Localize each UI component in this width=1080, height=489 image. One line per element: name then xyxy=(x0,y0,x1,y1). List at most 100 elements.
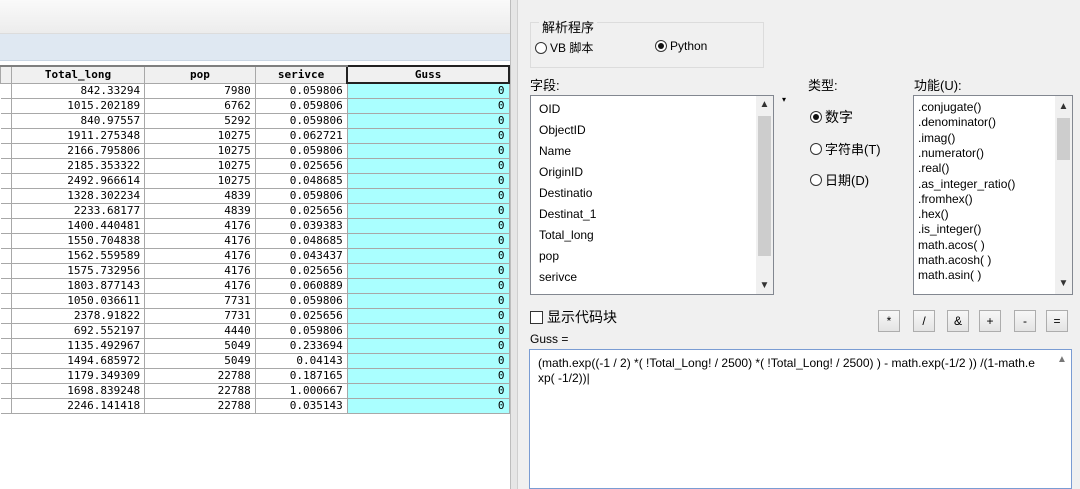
cell-total-long[interactable]: 1562.559589 xyxy=(10,248,146,264)
cell-guss[interactable]: 0 xyxy=(346,128,510,144)
cell-guss[interactable]: 0 xyxy=(346,248,510,264)
row-header-stub[interactable] xyxy=(0,128,12,144)
cell-total-long[interactable]: 1803.877143 xyxy=(10,278,146,294)
cell-guss[interactable]: 0 xyxy=(346,263,510,279)
cell-total-long[interactable]: 842.33294 xyxy=(10,82,146,99)
cell-pop[interactable]: 7980 xyxy=(144,82,256,99)
operator-minus-button[interactable]: - xyxy=(1014,310,1036,332)
function-list-item[interactable]: .numerator() xyxy=(918,146,984,160)
cell-serivce[interactable]: 0.048685 xyxy=(254,173,348,189)
scroll-down-icon[interactable]: ▼ xyxy=(1055,275,1072,292)
function-list-item[interactable]: .is_integer() xyxy=(918,222,981,236)
scroll-up-icon[interactable]: ▲ xyxy=(1057,354,1067,365)
table-row[interactable]: 692.552197 4440 0.059806 0 xyxy=(0,323,510,339)
cell-serivce[interactable]: 0.025656 xyxy=(254,263,348,279)
row-header-stub[interactable] xyxy=(0,323,12,339)
table-row[interactable]: 2185.353322 10275 0.025656 0 xyxy=(0,158,510,174)
cell-pop[interactable]: 22788 xyxy=(144,368,256,384)
pane-splitter[interactable] xyxy=(510,0,518,489)
cell-guss[interactable]: 0 xyxy=(346,188,510,204)
cell-guss[interactable]: 0 xyxy=(346,368,510,384)
row-header-stub[interactable] xyxy=(0,203,12,219)
function-list-item[interactable]: .denominator() xyxy=(918,115,996,129)
cell-guss[interactable]: 0 xyxy=(346,278,510,294)
row-header-stub[interactable] xyxy=(0,173,12,189)
functions-scrollbar[interactable]: ▲ ▼ xyxy=(1055,96,1072,294)
row-header-stub[interactable] xyxy=(0,218,12,234)
cell-pop[interactable]: 4176 xyxy=(144,233,256,249)
operator-equals-button[interactable]: = xyxy=(1046,310,1068,332)
cell-pop[interactable]: 22788 xyxy=(144,383,256,399)
cell-serivce[interactable]: 0.062721 xyxy=(254,128,348,144)
cell-pop[interactable]: 4176 xyxy=(144,218,256,234)
row-header-stub[interactable] xyxy=(0,143,12,159)
cell-total-long[interactable]: 2233.68177 xyxy=(10,203,146,219)
table-row[interactable]: 840.97557 5292 0.059806 0 xyxy=(0,113,510,129)
cell-serivce[interactable]: 0.048685 xyxy=(254,233,348,249)
cell-guss[interactable]: 0 xyxy=(346,143,510,159)
table-row[interactable]: 842.33294 7980 0.059806 0 xyxy=(0,82,510,99)
function-list-item[interactable]: .as_integer_ratio() xyxy=(918,177,1015,191)
cell-total-long[interactable]: 1328.302234 xyxy=(10,188,146,204)
function-list-item[interactable]: math.acosh( ) xyxy=(918,253,991,267)
cell-total-long[interactable]: 2246.141418 xyxy=(10,398,146,414)
cell-total-long[interactable]: 1550.704838 xyxy=(10,233,146,249)
cell-pop[interactable]: 5049 xyxy=(144,353,256,369)
table-row[interactable]: 1562.559589 4176 0.043437 0 xyxy=(0,248,510,264)
table-row[interactable]: 2246.141418 22788 0.035143 0 xyxy=(0,398,510,414)
cell-guss[interactable]: 0 xyxy=(346,338,510,354)
cell-pop[interactable]: 10275 xyxy=(144,143,256,159)
row-header-stub[interactable] xyxy=(0,398,12,414)
row-header-stub[interactable] xyxy=(0,188,12,204)
field-list-item[interactable]: ObjectID xyxy=(539,123,586,137)
functions-listbox[interactable]: .conjugate() .denominator() .imag() .numera… xyxy=(913,95,1073,295)
cell-pop[interactable]: 5292 xyxy=(144,113,256,129)
row-header-stub[interactable] xyxy=(0,233,12,249)
table-row[interactable]: 2378.91822 7731 0.025656 0 xyxy=(0,308,510,324)
cell-pop[interactable]: 4839 xyxy=(144,203,256,219)
cell-pop[interactable]: 10275 xyxy=(144,128,256,144)
cell-serivce[interactable]: 0.059806 xyxy=(254,293,348,309)
cell-pop[interactable]: 4176 xyxy=(144,263,256,279)
cell-total-long[interactable]: 1575.732956 xyxy=(10,263,146,279)
scrollbar-thumb[interactable] xyxy=(758,116,771,256)
cell-guss[interactable]: 0 xyxy=(346,353,510,369)
cell-pop[interactable]: 22788 xyxy=(144,398,256,414)
cell-total-long[interactable]: 2492.966614 xyxy=(10,173,146,189)
cell-total-long[interactable]: 1698.839248 xyxy=(10,383,146,399)
cell-total-long[interactable]: 1400.440481 xyxy=(10,218,146,234)
column-header-pop[interactable]: pop xyxy=(144,65,256,84)
cell-serivce[interactable]: 0.043437 xyxy=(254,248,348,264)
cell-pop[interactable]: 4440 xyxy=(144,323,256,339)
scroll-up-icon[interactable]: ▲ xyxy=(1055,98,1072,115)
radio-date[interactable] xyxy=(810,173,822,186)
parser-option-vbscript[interactable]: VB 脚本 xyxy=(535,39,593,56)
row-header-stub[interactable] xyxy=(0,82,12,99)
cell-total-long[interactable]: 2378.91822 xyxy=(10,308,146,324)
row-header-stub[interactable] xyxy=(0,293,12,309)
cell-total-long[interactable]: 840.97557 xyxy=(10,113,146,129)
row-header-stub[interactable] xyxy=(0,383,12,399)
row-header-stub[interactable] xyxy=(0,263,12,279)
cell-guss[interactable]: 0 xyxy=(346,203,510,219)
cell-pop[interactable]: 6762 xyxy=(144,98,256,114)
table-row[interactable]: 1015.202189 6762 0.059806 0 xyxy=(0,98,510,114)
function-list-item[interactable]: .hex() xyxy=(918,207,949,221)
cell-pop[interactable]: 7731 xyxy=(144,293,256,309)
row-header-stub[interactable] xyxy=(0,353,12,369)
type-option-date[interactable]: 日期(D) xyxy=(810,170,869,189)
function-list-item[interactable]: math.asin( ) xyxy=(918,268,981,282)
cell-total-long[interactable]: 1135.492967 xyxy=(10,338,146,354)
function-list-item[interactable]: .fromhex() xyxy=(918,192,973,206)
function-list-item[interactable]: math.acos( ) xyxy=(918,238,985,252)
type-option-string[interactable]: 字符串(T) xyxy=(810,139,881,158)
cell-guss[interactable]: 0 xyxy=(346,98,510,114)
row-header-stub[interactable] xyxy=(0,248,12,264)
cell-guss[interactable]: 0 xyxy=(346,113,510,129)
cell-guss[interactable]: 0 xyxy=(346,308,510,324)
cell-serivce[interactable]: 0.059806 xyxy=(254,113,348,129)
cell-serivce[interactable]: 1.000667 xyxy=(254,383,348,399)
operator-divide-button[interactable]: / xyxy=(913,310,935,332)
scroll-up-icon[interactable]: ▲ xyxy=(756,96,773,113)
cell-serivce[interactable]: 0.059806 xyxy=(254,143,348,159)
